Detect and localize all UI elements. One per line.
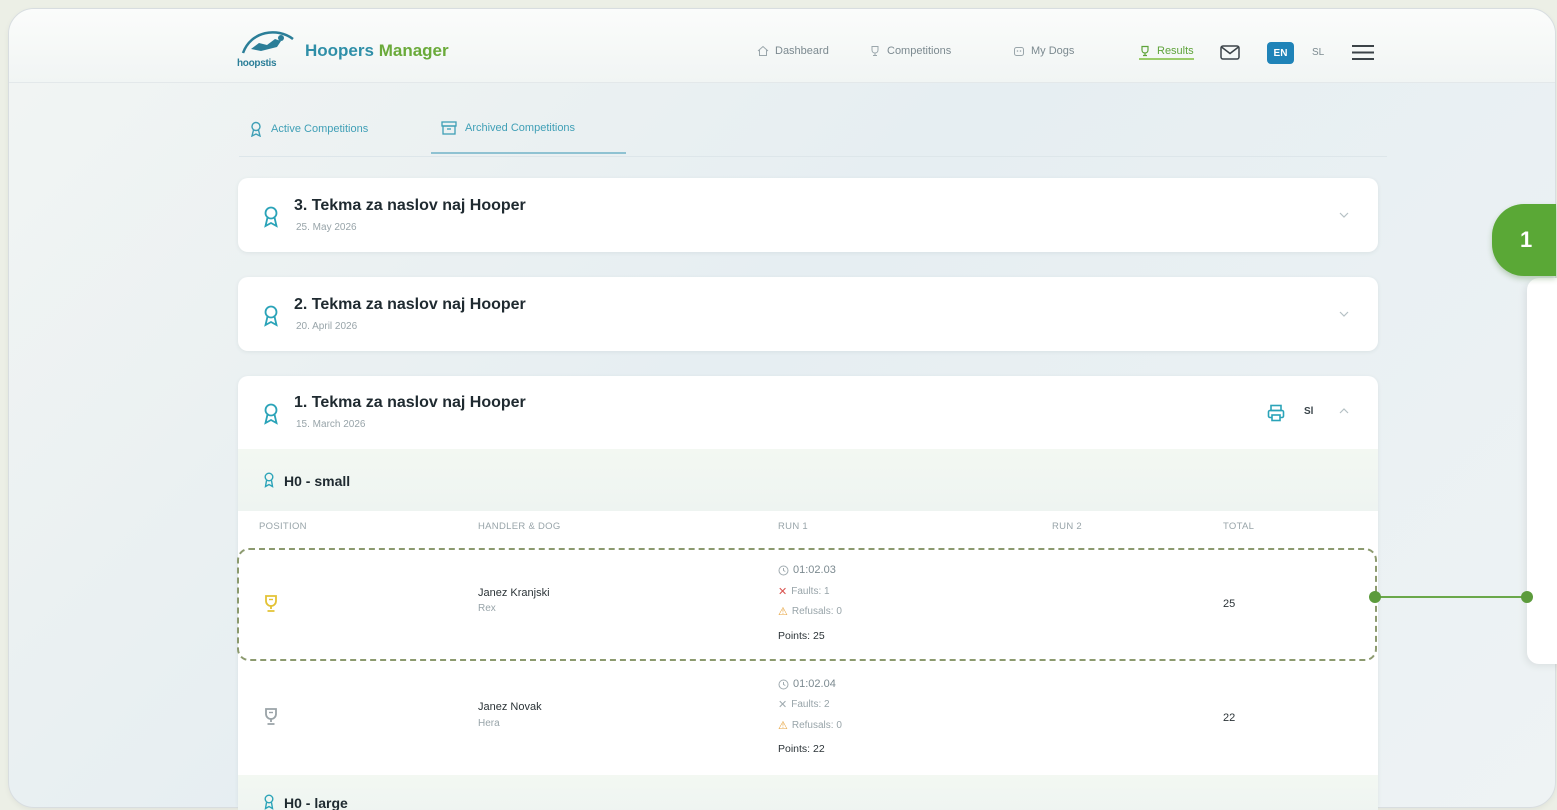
nav-dashboard[interactable]: Dashbeard — [757, 45, 829, 57]
close-icon: ✕ — [778, 699, 788, 711]
award-icon — [264, 794, 274, 810]
silver-medal-icon — [265, 708, 277, 725]
column-header-position: POSITION — [259, 521, 307, 532]
nav-my-dogs-label: My Dogs — [1031, 45, 1075, 57]
category-title: H0 - small — [284, 473, 351, 489]
clock-icon — [778, 679, 789, 689]
nav-results-label: Results — [1157, 45, 1194, 57]
award-icon — [264, 472, 274, 488]
chevron-down-icon[interactable] — [1338, 211, 1350, 219]
category-header: H0 - large — [238, 775, 1378, 810]
column-header-handler: HANDLER & DOG — [478, 521, 561, 532]
print-icon[interactable] — [1267, 404, 1285, 422]
tab-active-label: Active Competitions — [271, 123, 369, 135]
award-icon — [264, 206, 278, 228]
nav-dashboard-label: Dashbeard — [775, 45, 829, 57]
category-title: H0 - large — [284, 795, 348, 810]
home-icon — [757, 45, 769, 56]
app-logo[interactable]: hoopstis — [237, 23, 299, 69]
column-header-run1: RUN 1 — [778, 521, 809, 532]
nav-competitions-label: Competitions — [887, 45, 952, 57]
tab-active-competitions[interactable]: Active Competitions — [249, 121, 368, 137]
run-refusals-value: Refusals: 0 — [791, 720, 842, 731]
tab-archived-label: Archived Competitions — [465, 122, 576, 134]
competition-tabs: Active Competitions Archived Competition… — [239, 111, 1387, 157]
award-icon — [264, 403, 278, 425]
run-points: Points: 22 — [778, 743, 825, 755]
archive-icon — [441, 121, 457, 135]
competition-card[interactable]: 2. Tekma za naslov naj Hooper 20. April … — [238, 277, 1378, 351]
app-title: Hoopers Manager — [305, 41, 449, 61]
chevron-down-icon[interactable] — [1338, 310, 1350, 318]
nav-competitions[interactable]: Competitions — [869, 45, 951, 57]
nav-results[interactable]: Results — [1139, 45, 1194, 60]
trophy-icon — [1141, 45, 1149, 57]
competition-date: 15. March 2026 — [296, 419, 366, 430]
trophy-icon — [871, 46, 879, 56]
competition-date: 25. May 2026 — [296, 222, 357, 233]
category-header: H0 - small — [238, 449, 1378, 511]
column-header-total: TOTAL — [1223, 521, 1255, 532]
print-language-label[interactable]: Sl — [1304, 406, 1313, 417]
callout-connector — [1375, 596, 1527, 598]
total-score: 22 — [1223, 712, 1236, 724]
dog-icon — [1014, 47, 1024, 56]
competition-card[interactable]: 3. Tekma za naslov naj Hooper 25. May 20… — [238, 178, 1378, 252]
run-faults: ✕ Faults: 2 — [778, 698, 830, 711]
award-icon — [251, 121, 261, 137]
app-title-accent: Manager — [378, 41, 449, 60]
handler-name: Janez Novak — [478, 701, 542, 713]
warning-icon: ⚠ — [778, 720, 788, 732]
run-time: 01:02.04 — [778, 678, 836, 690]
logo-text: hoopstis — [237, 58, 277, 69]
chevron-up-icon[interactable] — [1338, 407, 1350, 415]
dog-name: Hera — [478, 718, 500, 729]
step-badge: 1 — [1492, 204, 1556, 276]
mail-icon[interactable] — [1220, 45, 1240, 60]
run-time-value: 01:02.04 — [793, 678, 836, 690]
nav-my-dogs[interactable]: My Dogs — [1013, 45, 1074, 57]
tab-archived-competitions[interactable]: Archived Competitions — [431, 121, 626, 154]
run-refusals: ⚠ Refusals: 0 — [778, 719, 842, 732]
hamburger-menu-icon[interactable] — [1352, 44, 1374, 61]
side-panel — [1527, 278, 1557, 664]
run-faults-value: Faults: 2 — [791, 699, 830, 710]
competition-title: 1. Tekma za naslov naj Hooper — [294, 394, 526, 411]
award-icon — [264, 305, 278, 327]
language-en-button[interactable]: EN — [1267, 42, 1294, 64]
competition-title: 2. Tekma za naslov naj Hooper — [294, 296, 526, 313]
connector-dot-start — [1369, 591, 1381, 603]
top-navbar: hoopstis Hoopers Manager Dashbeard Compe… — [9, 9, 1555, 83]
highlight-selection — [237, 548, 1377, 661]
language-sl-button[interactable]: SL — [1312, 47, 1324, 58]
app-title-main: Hoopers — [305, 41, 374, 60]
connector-dot-end — [1521, 591, 1533, 603]
competition-date: 20. April 2026 — [296, 321, 358, 332]
column-header-run2: RUN 2 — [1052, 521, 1083, 532]
competition-title: 3. Tekma za naslov naj Hooper — [294, 197, 526, 214]
